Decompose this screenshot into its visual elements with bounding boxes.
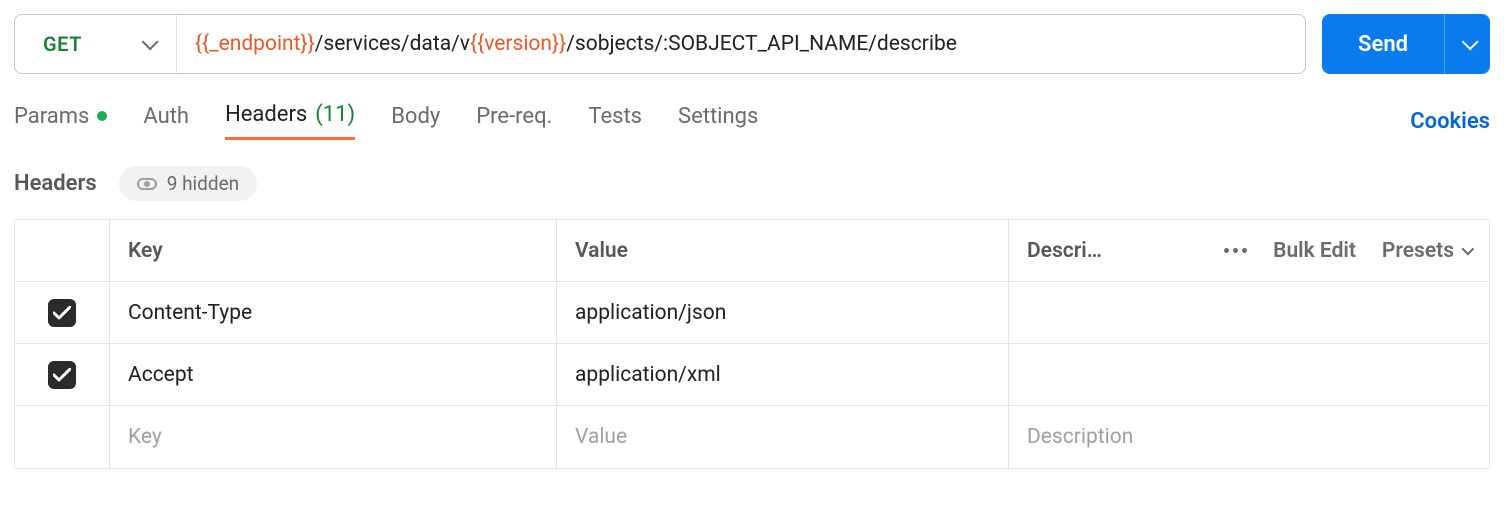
tab-label: Tests — [588, 104, 642, 129]
bulk-edit-button[interactable]: Bulk Edit — [1273, 239, 1356, 263]
tab-label: Headers — [225, 102, 307, 127]
col-header-key: Key — [110, 220, 557, 281]
col-header-desc: Descri… Bulk Edit Presets — [1009, 220, 1489, 281]
tab-count: (11) — [315, 102, 355, 127]
header-desc-cell[interactable] — [1009, 344, 1489, 405]
tab-settings[interactable]: Settings — [678, 104, 758, 139]
tab-label: Body — [391, 104, 440, 129]
table-row: Content-Type application/json — [15, 282, 1489, 344]
hidden-headers-toggle[interactable]: 9 hidden — [119, 166, 257, 201]
presets-label: Presets — [1382, 239, 1454, 263]
checkbox-checked-icon — [48, 361, 76, 389]
tab-label: Auth — [143, 104, 189, 129]
header-value-input[interactable]: Value — [557, 406, 1009, 468]
header-desc-cell[interactable] — [1009, 282, 1489, 343]
http-method-label: GET — [43, 32, 82, 56]
presets-button[interactable]: Presets — [1382, 239, 1471, 263]
row-checkbox-cell[interactable] — [15, 344, 110, 405]
header-desc-input[interactable]: Description — [1009, 406, 1489, 468]
table-row: Accept application/xml — [15, 344, 1489, 406]
active-dot-icon — [97, 111, 107, 121]
header-value-cell[interactable]: application/xml — [557, 344, 1009, 405]
desc-header-label: Descri… — [1027, 239, 1102, 263]
chevron-down-icon — [1461, 33, 1478, 50]
url-input[interactable]: {{_endpoint}}/services/data/v{{version}}… — [177, 15, 1305, 73]
send-button[interactable]: Send — [1322, 14, 1444, 74]
more-options-button[interactable] — [1224, 248, 1247, 253]
tab-body[interactable]: Body — [391, 104, 440, 139]
request-tabs: Params Auth Headers (11) Body Pre-req. T… — [14, 102, 1490, 140]
cookies-link[interactable]: Cookies — [1410, 109, 1490, 134]
table-row-empty: Key Value Description — [15, 406, 1489, 468]
chevron-down-icon — [1462, 243, 1475, 256]
tab-label: Settings — [678, 104, 758, 129]
tab-tests[interactable]: Tests — [588, 104, 642, 139]
url-var-version: {{version}} — [470, 32, 566, 56]
headers-table: Key Value Descri… Bulk Edit Presets Cont… — [14, 219, 1490, 469]
headers-title-row: Headers 9 hidden — [14, 166, 1490, 201]
checkbox-checked-icon — [48, 299, 76, 327]
table-header-row: Key Value Descri… Bulk Edit Presets — [15, 220, 1489, 282]
url-segment: /services/data/v — [315, 32, 470, 56]
tab-prereq[interactable]: Pre-req. — [476, 104, 552, 139]
send-button-group: Send — [1322, 14, 1490, 74]
tab-label: Params — [14, 104, 89, 129]
request-bar: GET {{_endpoint}}/services/data/v{{versi… — [14, 14, 1490, 74]
send-options-button[interactable] — [1444, 14, 1490, 74]
tab-auth[interactable]: Auth — [143, 104, 189, 139]
tab-label: Pre-req. — [476, 104, 552, 129]
tab-headers[interactable]: Headers (11) — [225, 102, 355, 140]
url-segment: /sobjects/:SOBJECT_API_NAME/describe — [566, 32, 957, 56]
chevron-down-icon — [142, 33, 159, 50]
http-method-select[interactable]: GET — [15, 15, 177, 73]
row-checkbox-cell[interactable] — [15, 282, 110, 343]
col-header-check — [15, 220, 110, 281]
row-checkbox-cell[interactable] — [15, 406, 110, 468]
hidden-count-label: 9 hidden — [167, 172, 239, 195]
tab-params[interactable]: Params — [14, 104, 107, 139]
url-var-endpoint: {{_endpoint}} — [195, 32, 315, 56]
header-key-cell[interactable]: Accept — [110, 344, 557, 405]
col-header-value: Value — [557, 220, 1009, 281]
header-key-input[interactable]: Key — [110, 406, 557, 468]
table-actions: Bulk Edit Presets — [1224, 239, 1471, 263]
headers-title: Headers — [14, 171, 97, 196]
header-key-cell[interactable]: Content-Type — [110, 282, 557, 343]
eye-icon — [137, 178, 157, 190]
url-group: GET {{_endpoint}}/services/data/v{{versi… — [14, 14, 1306, 74]
header-value-cell[interactable]: application/json — [557, 282, 1009, 343]
